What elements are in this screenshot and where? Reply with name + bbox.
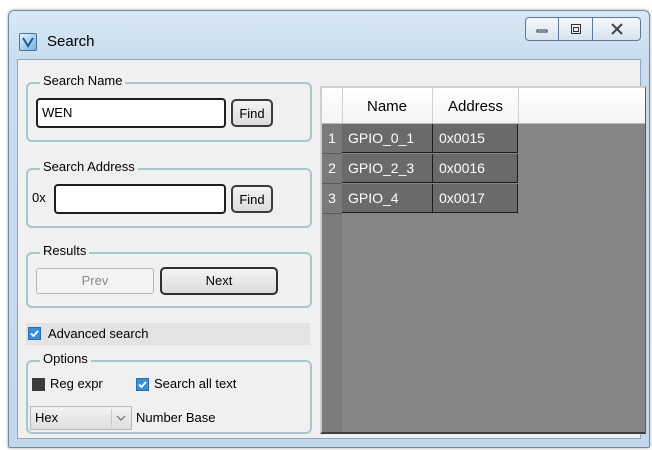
cell-name[interactable]: GPIO_2_3 — [342, 154, 433, 183]
search-app-icon — [19, 33, 37, 51]
window-controls — [525, 17, 641, 43]
dropdown-arrow-button[interactable] — [111, 409, 129, 427]
search-address-input[interactable] — [54, 184, 226, 214]
search-name-input[interactable]: WEN — [36, 98, 226, 128]
advanced-search-checkbox[interactable] — [28, 327, 41, 340]
reg-expr-label: Reg expr — [50, 376, 103, 391]
cell-name[interactable]: GPIO_0_1 — [342, 124, 433, 153]
cell-name[interactable]: GPIO_4 — [342, 184, 433, 213]
checkmark-icon — [30, 330, 39, 338]
search-all-text-checkbox[interactable] — [136, 378, 149, 391]
cell-address[interactable]: 0x0016 — [433, 154, 518, 183]
chevron-down-icon — [116, 415, 125, 421]
table-corner — [322, 88, 343, 123]
options-group-title: Options — [40, 351, 91, 367]
advanced-search-row[interactable]: Advanced search — [26, 323, 310, 345]
reg-expr-checkbox[interactable] — [32, 378, 45, 391]
advanced-search-label: Advanced search — [48, 326, 149, 341]
row-number[interactable]: 2 — [322, 154, 342, 184]
prev-button[interactable]: Prev — [36, 268, 154, 294]
search-name-group: Search Name WEN Find — [26, 73, 312, 142]
search-address-group-title: Search Address — [40, 159, 138, 175]
column-header-name[interactable]: Name — [342, 88, 433, 123]
dialog-client-area: Search Name WEN Find Search Address 0x F… — [17, 59, 646, 439]
window-title: Search — [47, 33, 95, 50]
row-number[interactable]: 1 — [322, 124, 342, 154]
search-address-group: Search Address 0x Find — [26, 159, 312, 228]
address-prefix-label: 0x — [32, 190, 46, 205]
close-icon — [610, 23, 623, 35]
search-name-group-title: Search Name — [40, 73, 126, 89]
next-button[interactable]: Next — [160, 267, 278, 295]
results-group-title: Results — [40, 243, 90, 259]
maximize-icon — [570, 24, 581, 34]
find-address-button[interactable]: Find — [231, 185, 273, 213]
search-window: Search Search Name WEN Find Search Addre… — [8, 10, 650, 448]
results-group: Results Prev Next — [26, 243, 312, 308]
results-table[interactable]: Name Address 1 GPIO_0_1 0x0015 2 GPIO_2_… — [320, 86, 646, 434]
number-base-select[interactable]: Hex — [30, 406, 132, 430]
number-base-label: Number Base — [136, 410, 216, 425]
search-all-text-label: Search all text — [154, 376, 237, 391]
column-header-address[interactable]: Address — [433, 88, 519, 123]
title-bar[interactable]: Search — [9, 11, 649, 59]
minimize-icon — [536, 29, 548, 33]
minimize-button[interactable] — [525, 17, 559, 41]
maximize-button[interactable] — [559, 17, 593, 41]
cell-address[interactable]: 0x0015 — [433, 124, 518, 153]
row-number[interactable]: 3 — [322, 184, 342, 214]
table-header: Name Address — [322, 88, 645, 124]
close-button[interactable] — [593, 17, 641, 41]
find-name-button[interactable]: Find — [231, 99, 273, 127]
cell-address[interactable]: 0x0017 — [433, 184, 518, 213]
number-base-value: Hex — [35, 410, 59, 425]
checkmark-icon — [138, 381, 147, 389]
